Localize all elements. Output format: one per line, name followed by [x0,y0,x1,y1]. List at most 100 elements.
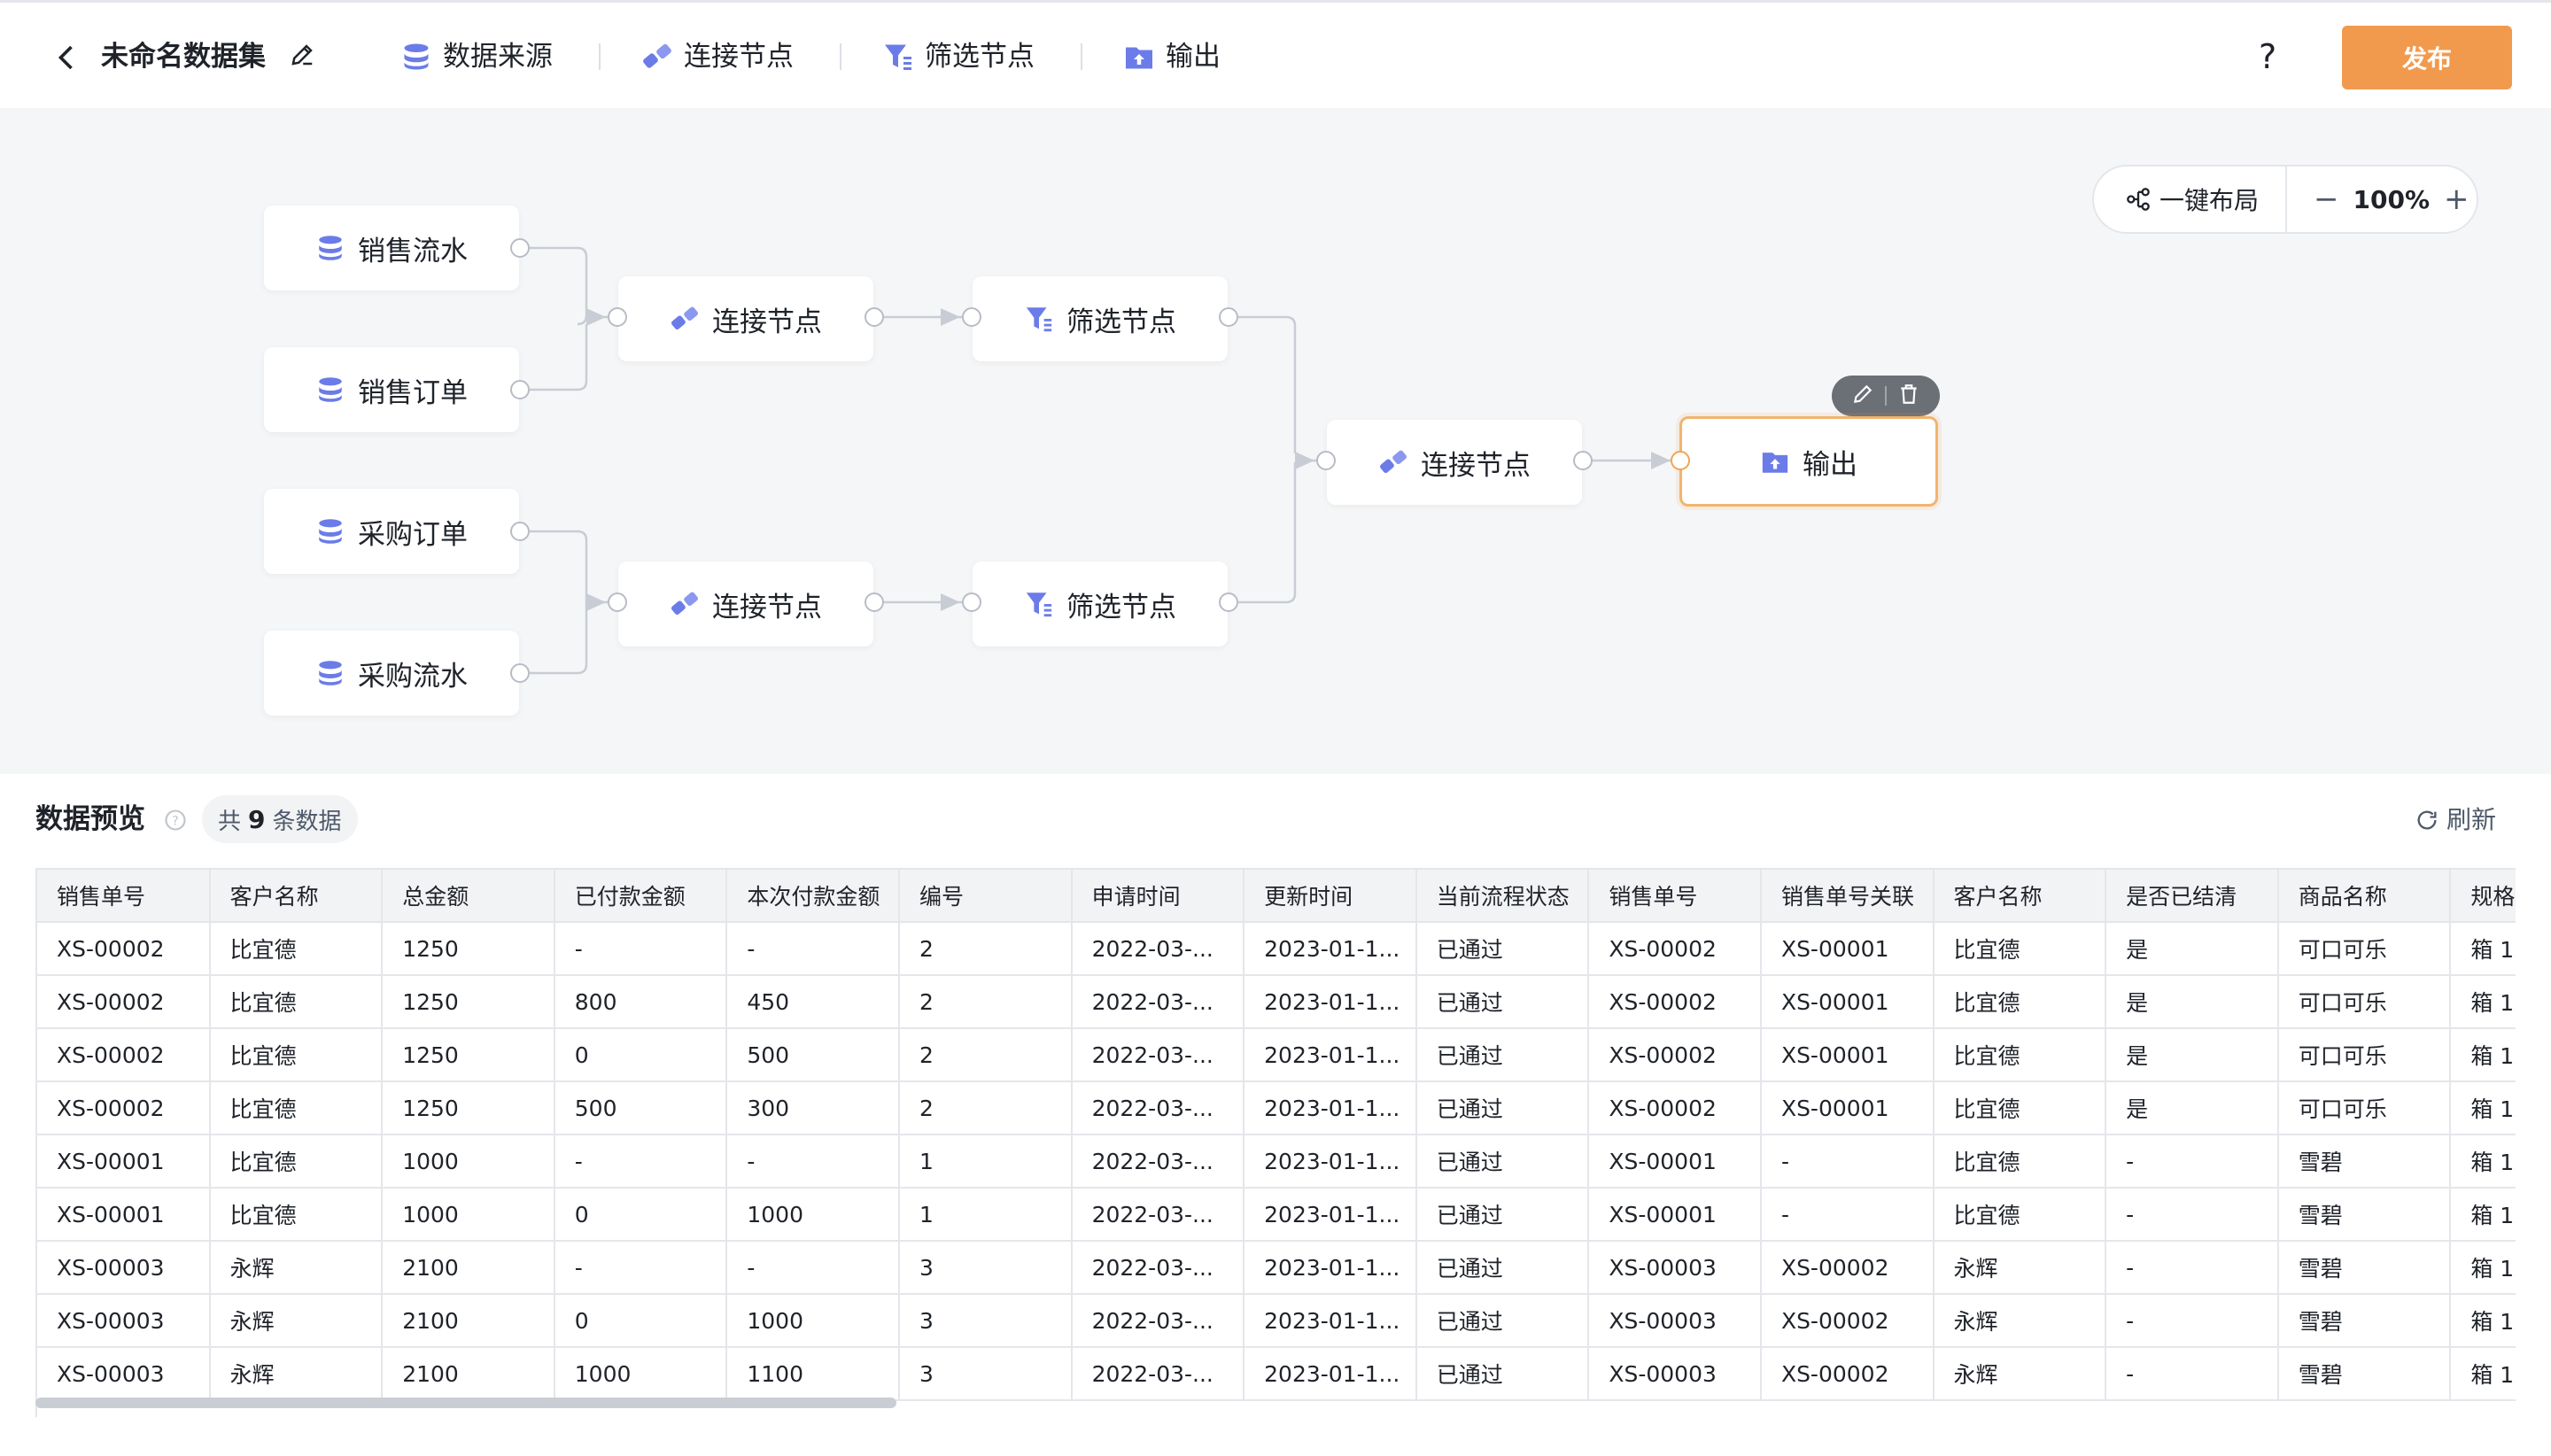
input-port[interactable] [962,592,981,612]
table-cell: 2023-01-1... [1244,1081,1417,1135]
table-cell: 2023-01-1... [1244,1241,1417,1295]
table-cell: 2 [898,922,1073,976]
column-header[interactable]: 编号 [898,868,1073,923]
table-cell: 1 [898,1188,1073,1242]
table-cell: 2100 [382,1294,555,1348]
table-header-row: 销售单号 客户名称 总金额 已付款金额 本次付款金额 编号 申请时间 更新时间 当前流程状态 销售… [37,868,2516,923]
auto-layout-button[interactable]: 一键布局 [2094,167,2287,232]
refresh-button[interactable]: 刷新 [2415,802,2496,838]
node-filter-1[interactable]: 筛选节点 [973,276,1228,361]
data-preview-table[interactable]: 销售单号 客户名称 总金额 已付款金额 本次付款金额 编号 申请时间 更新时间 当前流程状态 销售… [35,868,2516,1417]
table-row[interactable]: XS-00003 永辉 2100 0 1000 3 2022-03-... 2023-01-1… [37,1294,2516,1348]
table-row[interactable]: XS-00002 比宜德 1250 0 500 2 2022-03-... 2023-01-1… [37,1028,2516,1082]
node-purchase-flow[interactable]: 采购流水 [264,631,519,716]
table-row[interactable]: XS-00002 比宜德 1250- -2 2022-03-... 2023-01-1..… [37,922,2516,976]
table-cell: 1000 [554,1347,728,1401]
table-cell: 比宜德 [209,1135,384,1189]
table-cell: XS-00003 [37,1241,211,1295]
input-port[interactable] [608,592,627,612]
table-cell: 是 [2105,922,2279,976]
question-circle-icon[interactable]: ? [163,808,188,833]
node-action-toolbar [1832,376,1940,416]
zoom-in-icon[interactable]: + [2444,182,2470,217]
preview-title: 数据预览 [35,803,145,835]
column-header[interactable]: 当前流程状态 [1415,868,1590,923]
column-header[interactable]: 总金额 [382,868,555,923]
column-header[interactable]: 客户名称 [1933,868,2107,923]
column-header[interactable]: 规格型号 [2450,868,2516,923]
table-cell: 2022-03-... [1071,1241,1245,1295]
output-port[interactable] [1573,451,1593,470]
table-cell: 2023-01-1... [1244,1188,1417,1242]
column-header[interactable]: 是否已结清 [2105,868,2279,923]
output-port[interactable] [510,380,530,399]
toolbar-output[interactable]: 输出 [1123,36,1221,77]
column-header[interactable]: 本次付款金额 [726,868,900,923]
table-row[interactable]: XS-00003 永辉 2100- -3 2022-03-... 2023-01-1...… [37,1241,2516,1295]
table-cell: - [726,1241,900,1295]
input-port[interactable] [608,307,627,327]
link-icon [670,589,700,619]
table-cell: 比宜德 [1933,1135,2107,1189]
table-cell: 雪碧 [2277,1241,2452,1295]
table-cell: 2022-03-... [1071,922,1245,976]
output-port[interactable] [510,238,530,258]
output-port[interactable] [510,663,530,683]
node-output[interactable]: 输出 [1679,416,1938,507]
input-port[interactable] [1316,451,1336,470]
zoom-level: 100% [2353,184,2431,214]
column-header[interactable]: 销售单号关联 [1760,868,1935,923]
node-join-3[interactable]: 连接节点 [1327,420,1582,505]
column-header[interactable]: 销售单号 [1588,868,1762,923]
help-icon[interactable]: ? [2259,36,2276,77]
node-join-1[interactable]: 连接节点 [618,276,873,361]
table-cell: 比宜德 [1933,1028,2107,1082]
table-cell: 雪碧 [2277,1294,2452,1348]
pencil-icon[interactable] [289,42,319,72]
output-port[interactable] [865,307,884,327]
table-row[interactable]: XS-00003 永辉 2100 1000 1100 3 2022-03-... 2023-0… [37,1347,2516,1401]
input-port[interactable] [962,307,981,327]
column-header[interactable]: 销售单号 [37,868,211,923]
zoom-out-icon[interactable]: − [2314,182,2339,217]
table-cell: 可口可乐 [2277,1028,2452,1082]
publish-button[interactable]: 发布 [2342,26,2512,89]
input-port[interactable] [1671,451,1690,470]
toolbar-filter-node[interactable]: 筛选节点 [882,36,1035,77]
toolbar-data-source-label: 数据来源 [443,41,553,73]
flow-canvas[interactable]: 销售流水 销售订单 采购订单 采购流水 连接节点 筛选节点 连接节点 筛选节点 [0,108,2551,774]
table-cell: 已通过 [1415,1347,1590,1401]
table-cell: 2022-03-... [1071,1347,1245,1401]
node-sales-flow[interactable]: 销售流水 [264,205,519,290]
table-cell: 2022-03-... [1071,1188,1245,1242]
toolbar-join-node[interactable]: 连接节点 [641,36,794,77]
table-cell: 永辉 [1933,1241,2107,1295]
database-icon [315,375,345,405]
output-port[interactable] [1219,592,1238,612]
table-row[interactable]: XS-00001 比宜德 1000 0 1000 1 2022-03-... 2023-01-… [37,1188,2516,1242]
table-row[interactable]: XS-00002 比宜德 1250 800 450 2 2022-03-... 2023-01… [37,975,2516,1029]
node-label: 输出 [1803,448,1857,481]
node-filter-2[interactable]: 筛选节点 [973,561,1228,647]
column-header[interactable]: 商品名称 [2277,868,2452,923]
table-row[interactable]: XS-00002 比宜德 1250 500 300 2 2022-03-... 2023-01… [37,1081,2516,1135]
node-join-2[interactable]: 连接节点 [618,561,873,647]
column-header[interactable]: 客户名称 [209,868,384,923]
horizontal-scrollbar[interactable] [35,1398,896,1408]
node-sales-order[interactable]: 销售订单 [264,347,519,432]
table-cell: 已通过 [1415,1188,1590,1242]
node-purchase-order[interactable]: 采购订单 [264,489,519,574]
edit-node-icon[interactable] [1851,383,1874,409]
table-cell: XS-00001 [37,1188,211,1242]
back-arrow-icon[interactable] [51,42,83,74]
toolbar-data-source[interactable]: 数据来源 [400,36,553,77]
column-header[interactable]: 已付款金额 [554,868,728,923]
column-header[interactable]: 更新时间 [1244,868,1417,923]
table-row[interactable]: XS-00001 比宜德 1000- -1 2022-03-... 2023-01-1..… [37,1135,2516,1189]
node-label: 采购流水 [358,660,468,693]
delete-node-icon[interactable] [1897,383,1920,409]
output-port[interactable] [1219,307,1238,327]
output-port[interactable] [865,592,884,612]
output-port[interactable] [510,522,530,541]
column-header[interactable]: 申请时间 [1071,868,1245,923]
